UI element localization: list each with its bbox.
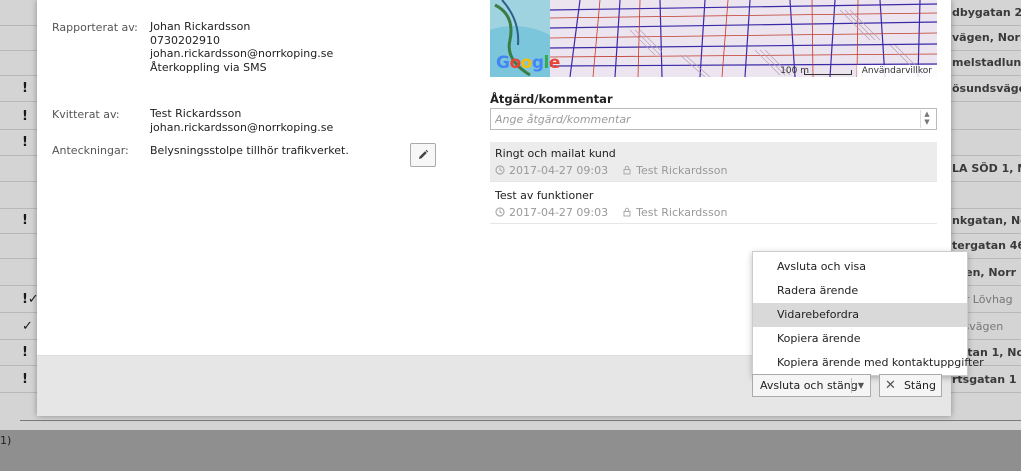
clock-icon	[495, 207, 505, 217]
close-split-button[interactable]: Avsluta och stäng ▼	[752, 374, 871, 397]
menu-item[interactable]: Kopiera ärende	[753, 327, 967, 351]
caret-down-icon[interactable]: ▼	[851, 378, 870, 393]
list-row-address: vägen, Norr	[952, 31, 1021, 44]
reporter-info: Johan Rickardsson 0730202910 johan.ricka…	[150, 20, 333, 74]
comment-item: Ringt och mailat kund 2017-04-27 09:03 Tes…	[490, 142, 937, 182]
comment-text: Test av funktioner	[495, 189, 594, 202]
comment-text: Ringt och mailat kund	[495, 147, 616, 160]
comment-date: 2017-04-27 09:03	[509, 206, 609, 219]
action-comment-input[interactable]	[491, 109, 911, 129]
list-row-address: ösundsväge	[952, 82, 1021, 95]
priority-mark: !	[22, 345, 28, 360]
menu-item[interactable]: Vidarebefordra	[753, 303, 967, 327]
acknowledged-info: Test Rickardsson johan.rickardsson@norrk…	[150, 107, 333, 134]
list-row-address: dbygatan 2,	[952, 6, 1021, 19]
comment-user: Test Rickardsson	[636, 164, 728, 177]
pencil-icon	[419, 149, 429, 159]
close-options-menu: Avsluta och visa Radera ärende Vidarebefor…	[752, 251, 984, 376]
close-icon: ✕	[885, 378, 896, 393]
comment-date: 2017-04-27 09:03	[509, 164, 609, 177]
map-terms-link[interactable]: Användarvillkor	[856, 65, 937, 77]
location-map[interactable]: Google 100 m Användarvillkor	[490, 0, 937, 77]
background-footer: 1)	[0, 430, 1021, 471]
list-divider	[20, 420, 1021, 421]
priority-mark: !	[22, 81, 28, 96]
reporter-feedback: Återkoppling via SMS	[150, 60, 267, 74]
reporter-label: Rapporterat av:	[52, 21, 138, 34]
comment-item: Test av funktioner 2017-04-27 09:03 Test R…	[490, 184, 937, 224]
comment-meta: 2017-04-27 09:03 Test Rickardsson	[495, 164, 727, 177]
comment-meta: 2017-04-27 09:03 Test Rickardsson	[495, 206, 727, 219]
list-row-address: nkgatan, Norr	[952, 214, 1021, 227]
acknowledged-label: Kvitterat av:	[52, 108, 120, 121]
action-comment-field[interactable]: ▲▼	[490, 108, 937, 130]
comment-user: Test Rickardsson	[636, 206, 728, 219]
edit-notes-button[interactable]	[410, 143, 436, 167]
menu-item[interactable]: Kopiera ärende med kontaktuppgifter	[753, 351, 984, 375]
notes-text: Belysningsstolpe tillhör trafikverket.	[150, 144, 349, 157]
lock-icon	[623, 207, 631, 217]
priority-mark: !	[22, 109, 28, 124]
resize-spinner-icon[interactable]: ▲ ▼	[920, 110, 933, 128]
reporter-name: Johan Rickardsson	[150, 20, 251, 33]
action-comment-title: Åtgärd/kommentar	[490, 92, 613, 106]
notes-label: Anteckningar:	[52, 144, 129, 157]
clock-icon	[495, 165, 505, 175]
priority-mark: ✓	[22, 319, 33, 334]
reporter-email: johan.rickardsson@norrkoping.se	[150, 47, 334, 60]
map-scale-label: 100 m	[780, 66, 809, 76]
pagination-text: 1)	[0, 434, 12, 447]
close-button[interactable]: ✕ Stäng	[879, 374, 942, 397]
close-button-label: Stäng	[903, 379, 936, 392]
reporter-phone: 0730202910	[150, 33, 220, 47]
acknowledged-email: johan.rickardsson@norrkoping.se	[150, 120, 334, 134]
priority-mark: !	[22, 135, 28, 150]
map-scale-bar	[804, 70, 852, 75]
priority-mark: !	[22, 372, 28, 387]
list-row-address: melstadlund	[952, 56, 1021, 69]
menu-item[interactable]: Avsluta och visa	[753, 255, 967, 279]
acknowledged-name: Test Rickardsson	[150, 107, 242, 120]
menu-item[interactable]: Radera ärende	[753, 279, 967, 303]
list-row-address: LA SÖD 1, No	[952, 162, 1021, 175]
close-and-finish-button[interactable]: Avsluta och stäng	[753, 379, 858, 392]
google-logo: Google	[496, 53, 560, 73]
lock-icon	[623, 165, 631, 175]
priority-mark: !	[22, 213, 28, 228]
